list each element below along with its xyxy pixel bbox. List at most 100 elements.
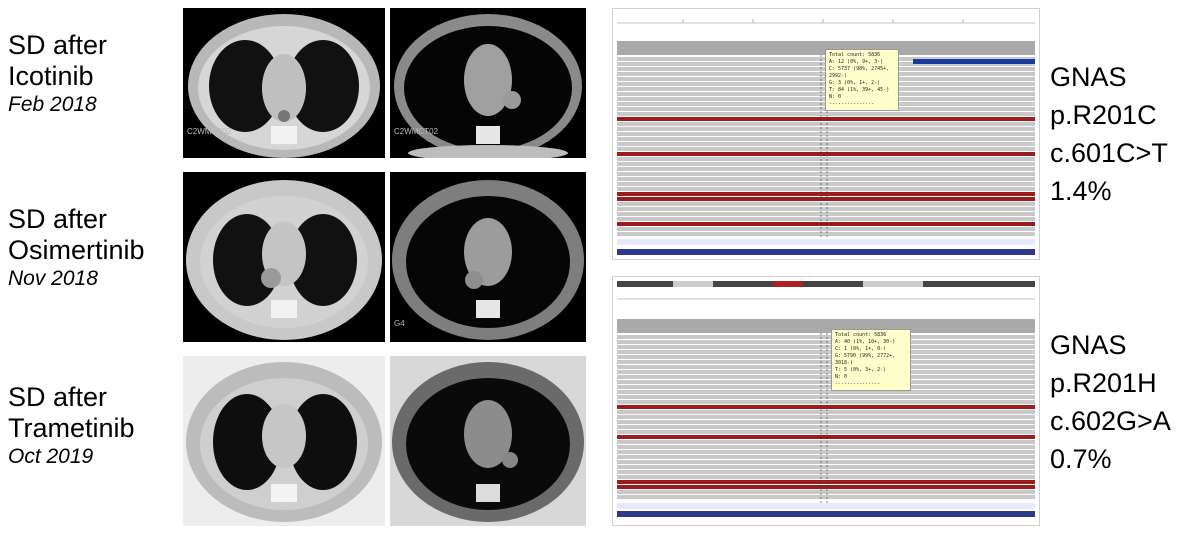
read-row — [617, 440, 1035, 444]
read-row — [617, 182, 1035, 186]
read-row — [617, 370, 1035, 374]
row-3-line-2: Trametinib — [8, 413, 135, 443]
row-1-line-2: Icotinib — [8, 61, 94, 91]
read-row — [617, 227, 1035, 231]
tooltip-1-line: Total count: 5836 — [829, 52, 881, 58]
read-row — [617, 445, 1035, 449]
variant-2-protein: p.R201H — [1050, 368, 1157, 398]
highlighted-read-row — [617, 480, 1035, 484]
row-label-2: SD after Osimertinib Nov 2018 — [8, 204, 145, 292]
read-row — [617, 395, 1035, 399]
read-row — [617, 122, 1035, 126]
read-row — [617, 187, 1035, 191]
read-row — [617, 385, 1035, 389]
variant-1-gene: GNAS — [1050, 62, 1127, 92]
variant-2-cdna: c.602G>A — [1050, 406, 1171, 436]
tooltip-2-line: T: 5 (0%, 3+, 2-) — [835, 367, 887, 373]
read-row — [617, 172, 1035, 176]
tooltip-2-line: C: 1 (0%, 1+, 0-) — [835, 346, 887, 352]
ct-mediastinal-window-2: G4 — [390, 172, 586, 342]
read-row — [617, 212, 1035, 216]
read-row — [617, 335, 1035, 339]
highlighted-read-row — [617, 192, 1035, 196]
tooltip-1-line: T: 84 (1%, 39+, 45-) — [829, 87, 890, 93]
read-row — [617, 425, 1035, 429]
ct-tag-4: G4 — [394, 319, 405, 328]
read-row — [617, 365, 1035, 369]
read-row — [617, 360, 1035, 364]
read-row — [617, 132, 1035, 136]
read-row — [617, 177, 1035, 181]
read-row — [617, 415, 1035, 419]
tooltip-1-line: A: 12 (0%, 9+, 3-) — [829, 59, 884, 65]
read-row — [617, 147, 1035, 151]
read-row — [617, 475, 1035, 479]
tooltip-1-line: C: 5737 (98%, 2745+, 2992-) — [829, 66, 890, 79]
read-row — [617, 232, 1035, 236]
read-row — [617, 355, 1035, 359]
read-row — [617, 202, 1035, 206]
read-row — [617, 167, 1035, 171]
tooltip-1-line: N: 0 — [829, 94, 842, 100]
read-row — [617, 390, 1035, 394]
row-2-date: Nov 2018 — [8, 267, 98, 290]
highlighted-read-row — [617, 485, 1035, 489]
row-3-date: Oct 2019 — [8, 445, 94, 468]
ct-med-2-svg — [392, 180, 584, 340]
tooltip-2-line: Total count: 5836 — [835, 332, 887, 338]
ct-lung-3-svg — [183, 356, 385, 526]
igv-panel-r201h: Total count: 5836 A: 40 (1%, 10+, 30-) C… — [612, 276, 1040, 526]
read-row — [617, 380, 1035, 384]
read-row — [617, 400, 1035, 404]
highlighted-read-row — [617, 197, 1035, 201]
read-row — [617, 455, 1035, 459]
ct-mediastinal-window-1: C2WMCT02 — [390, 8, 586, 158]
ct-lung-window-2 — [183, 172, 385, 342]
read-row — [617, 410, 1035, 414]
ct-med-3-svg — [390, 356, 586, 526]
igv-panel-r201c: Total count: 5836 A: 12 (0%, 9+, 3-) C: … — [612, 8, 1040, 260]
row-2-line-1: SD after — [8, 204, 108, 234]
read-row — [617, 162, 1035, 166]
read-row — [617, 345, 1035, 349]
read-row — [617, 157, 1035, 161]
variant-2-text: GNAS p.R201H c.602G>A 0.7% — [1050, 326, 1171, 478]
read-row — [617, 137, 1035, 141]
ct-tag-1: C2WMCT02 — [187, 127, 232, 136]
read-row — [617, 450, 1035, 454]
variant-2-vaf: 0.7% — [1050, 444, 1112, 474]
read-row — [617, 112, 1035, 116]
variant-1-protein: p.R201C — [1050, 100, 1157, 130]
ct-lung-2-svg — [186, 180, 382, 340]
ct-mediastinal-window-3 — [390, 356, 586, 526]
igv-tooltip-2: Total count: 5836 A: 40 (1%, 10+, 30-) C… — [831, 329, 911, 391]
variant-1-cdna: c.601C>T — [1050, 138, 1168, 168]
read-row — [617, 350, 1035, 354]
tooltip-1-line: --------------- — [829, 101, 875, 107]
read-row — [617, 490, 1035, 494]
highlighted-read-row — [617, 405, 1035, 409]
read-row — [617, 430, 1035, 434]
read-row — [617, 470, 1035, 474]
tooltip-2-line: N: 0 — [835, 374, 848, 380]
ct-lung-window-3 — [183, 356, 385, 526]
row-2-line-2: Osimertinib — [8, 235, 145, 265]
variant-2-gene: GNAS — [1050, 330, 1127, 360]
read-row — [617, 340, 1035, 344]
ct-lung-window-1: C2WMCT02 — [183, 8, 385, 158]
read-row — [617, 465, 1035, 469]
ct-tag-2: C2WMCT02 — [394, 127, 439, 136]
tooltip-2-line: A: 40 (1%, 10+, 30-) — [835, 339, 896, 345]
read-row — [617, 207, 1035, 211]
tooltip-1-line: G: 3 (0%, 1+, 2-) — [829, 80, 881, 86]
row-label-3: SD after Trametinib Oct 2019 — [8, 382, 135, 470]
row-1-date: Feb 2018 — [8, 93, 97, 116]
read-row — [617, 127, 1035, 131]
igv-tooltip-1: Total count: 5836 A: 12 (0%, 9+, 3-) C: … — [825, 49, 899, 111]
read-row — [617, 420, 1035, 424]
row-3-line-1: SD after — [8, 382, 108, 412]
highlighted-read-row — [617, 152, 1035, 156]
tooltip-2-line: G: 5790 (99%, 2772+, 3018-) — [835, 353, 896, 366]
read-row — [617, 217, 1035, 221]
highlighted-read-row — [617, 222, 1035, 226]
